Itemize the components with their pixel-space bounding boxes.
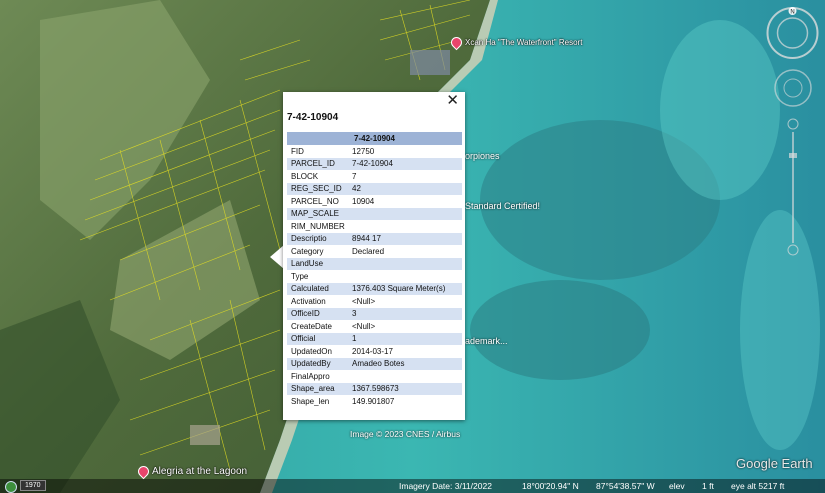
attribute-row: Shape_len 149.901807 bbox=[287, 395, 462, 408]
placemark-pin-icon bbox=[448, 34, 465, 51]
attribute-row: MAP_SCALE bbox=[287, 207, 462, 220]
attribute-row: Type bbox=[287, 270, 462, 283]
attribute-value bbox=[348, 270, 462, 283]
attribute-value bbox=[348, 257, 462, 270]
attribute-value: <Null> bbox=[352, 296, 376, 306]
attribute-row: RIM_NUMBER bbox=[287, 220, 462, 233]
attribute-row: CreateDate <Null> bbox=[287, 320, 462, 333]
attribute-key: BLOCK bbox=[291, 171, 319, 181]
attribute-row: UpdatedOn 2014-03-17 bbox=[287, 345, 462, 358]
attribute-value: 10904 bbox=[352, 196, 375, 206]
attribute-key: Category bbox=[291, 246, 324, 256]
attribute-key: LandUse bbox=[287, 257, 348, 270]
attribute-key: UpdatedBy bbox=[287, 357, 348, 370]
globe-icon[interactable] bbox=[5, 481, 17, 493]
attribute-row: Shape_area 1367.598673 bbox=[287, 382, 462, 395]
attribute-row: REG_SEC_ID 42 bbox=[287, 182, 462, 195]
attribute-row: LandUse bbox=[287, 257, 462, 270]
placemark-pin-icon bbox=[135, 463, 152, 480]
attribute-row: Category Declared bbox=[287, 245, 462, 258]
look-joystick[interactable] bbox=[773, 68, 813, 108]
attribute-value bbox=[348, 220, 462, 233]
compass-control[interactable]: N bbox=[765, 5, 820, 60]
popup-title: 7-42-10904 bbox=[287, 112, 339, 123]
attribute-row: OfficeID 3 bbox=[287, 307, 462, 320]
attribute-key: Shape_len bbox=[291, 396, 330, 406]
imagery-credit: Image © 2023 CNES / Airbus bbox=[350, 429, 461, 439]
compass-north-label: N bbox=[790, 10, 794, 16]
attribute-key: PARCEL_ID bbox=[287, 157, 348, 170]
attribute-value: 12750 bbox=[352, 146, 375, 156]
attribute-table-header: 7-42-10904 bbox=[287, 132, 462, 145]
attribute-key: REG_SEC_ID bbox=[287, 182, 348, 195]
attribute-value: Declared bbox=[352, 246, 385, 256]
attribute-row: Calculated 1376.403 Square Meter(s) bbox=[287, 282, 462, 295]
attribute-key: PARCEL_NO bbox=[291, 196, 339, 206]
attribute-key: UpdatedOn bbox=[291, 346, 332, 356]
attribute-value bbox=[348, 207, 462, 220]
attribute-row: BLOCK 7 bbox=[287, 170, 462, 183]
attribute-key: Descriptio bbox=[287, 232, 348, 245]
historical-year-badge[interactable]: 1970 bbox=[20, 480, 46, 491]
attribute-key: RIM_NUMBER bbox=[291, 221, 345, 231]
latitude-readout: 18°00'20.94" N bbox=[522, 481, 579, 491]
attribute-row: Activation <Null> bbox=[287, 295, 462, 308]
placemark-xcan-ha[interactable]: Xcan Ha "The Waterfront" Resort bbox=[448, 34, 583, 51]
attribute-key: MAP_SCALE bbox=[287, 207, 348, 220]
attribute-key: Shape_area bbox=[287, 382, 348, 395]
attribute-value: 1376.403 Square Meter(s) bbox=[348, 282, 462, 295]
attribute-value: 8944 17 bbox=[348, 232, 462, 245]
attribute-row: FID 12750 bbox=[287, 145, 462, 158]
attribute-value: 2014-03-17 bbox=[352, 346, 393, 356]
attribute-value: 7 bbox=[352, 171, 357, 181]
map-label-partial[interactable]: ademark... bbox=[465, 336, 508, 346]
attribute-value bbox=[348, 370, 462, 383]
elev-label: elev bbox=[669, 481, 685, 491]
map-label-partial[interactable]: orpiones bbox=[465, 151, 500, 161]
attribute-row: FinalAppro bbox=[287, 370, 462, 383]
elev-value: 1 ft bbox=[702, 481, 714, 491]
attribute-value: <Null> bbox=[352, 321, 376, 331]
parcel-info-popup: ✕ 7-42-10904 7-42-10904 FID 12750 PARCEL_I… bbox=[283, 92, 465, 420]
attribute-key: Activation bbox=[291, 296, 326, 306]
attribute-row: Official 1 bbox=[287, 332, 462, 345]
attribute-row: Descriptio 8944 17 bbox=[287, 232, 462, 245]
attribute-value: 3 bbox=[348, 307, 462, 320]
attribute-key: FinalAppro bbox=[291, 371, 330, 381]
attribute-value: 1367.598673 bbox=[348, 382, 462, 395]
eye-alt-readout: eye alt 5217 ft bbox=[731, 481, 785, 491]
attribute-value: Amadeo Botes bbox=[348, 357, 462, 370]
attribute-value: 7-42-10904 bbox=[348, 157, 462, 170]
google-earth-logo: Google Earth bbox=[736, 456, 813, 471]
zoom-slider[interactable] bbox=[787, 118, 799, 258]
placemark-alegria[interactable]: Alegria at the Lagoon bbox=[135, 463, 248, 480]
attribute-value: 1 bbox=[348, 332, 462, 345]
attribute-key: FID bbox=[291, 146, 304, 156]
attribute-row: UpdatedBy Amadeo Botes bbox=[287, 357, 462, 370]
map-label-partial[interactable]: Standard Certified! bbox=[465, 201, 540, 211]
attribute-key: OfficeID bbox=[287, 307, 348, 320]
attribute-row: PARCEL_NO 10904 bbox=[287, 195, 462, 208]
attribute-key: Type bbox=[291, 271, 309, 281]
longitude-readout: 87°54'38.57" W bbox=[596, 481, 655, 491]
placemark-label: Alegria at the Lagoon bbox=[152, 466, 248, 477]
attribute-key: CreateDate bbox=[291, 321, 332, 331]
imagery-date: Imagery Date: 3/11/2022 bbox=[399, 481, 492, 491]
placemark-label: Xcan Ha "The Waterfront" Resort bbox=[465, 38, 583, 47]
attribute-key: Official bbox=[287, 332, 348, 345]
status-bar: Imagery Date: 3/11/2022 18°00'20.94" N 8… bbox=[0, 479, 825, 493]
close-button[interactable]: ✕ bbox=[446, 93, 459, 109]
attribute-value: 149.901807 bbox=[352, 396, 395, 406]
attribute-key: Calculated bbox=[287, 282, 348, 295]
attribute-row: PARCEL_ID 7-42-10904 bbox=[287, 157, 462, 170]
attribute-table: 7-42-10904 FID 12750 PARCEL_ID 7-42-10904 BL… bbox=[287, 132, 462, 408]
attribute-value: 42 bbox=[348, 182, 462, 195]
popup-pointer bbox=[270, 245, 284, 269]
